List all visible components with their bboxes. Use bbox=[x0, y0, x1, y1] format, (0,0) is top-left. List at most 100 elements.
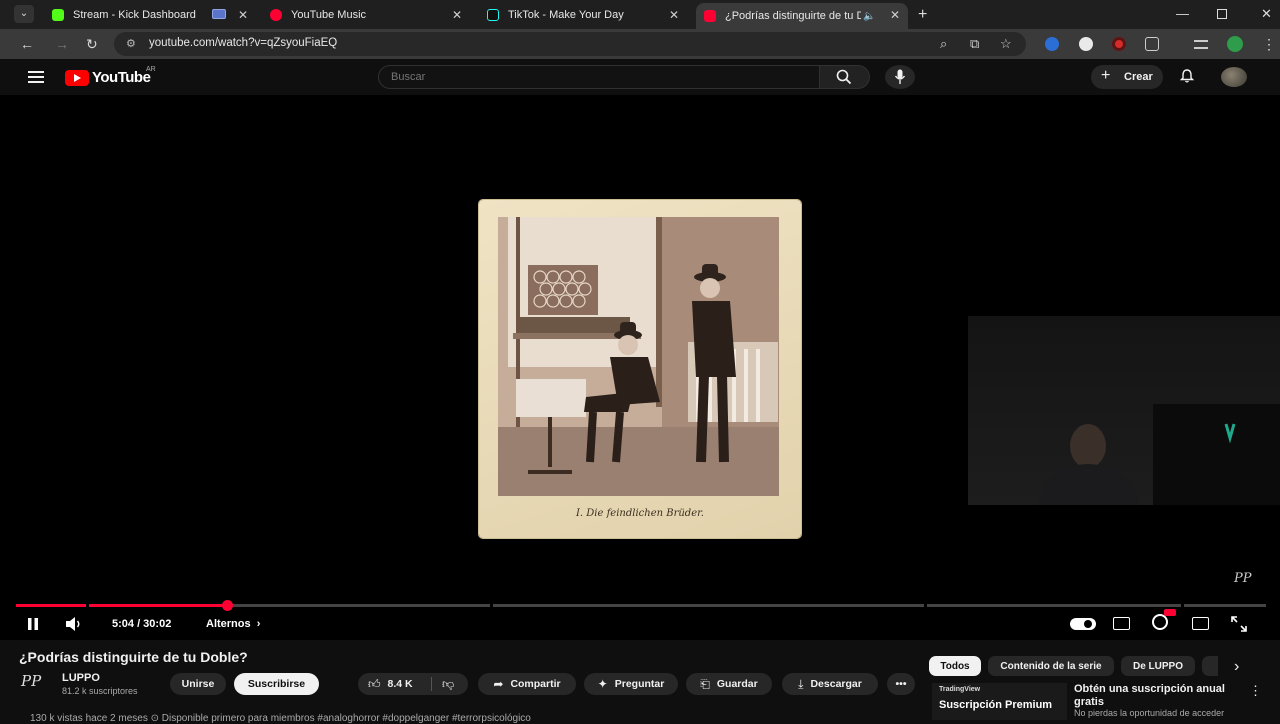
dislike-thumb-down-icon[interactable]: 👎︎ bbox=[442, 677, 454, 692]
back-arrow-icon[interactable]: ← bbox=[20, 36, 34, 52]
cast-indicator-icon bbox=[212, 9, 226, 19]
tab-title: ¿Podrías distinguirte de tu D bbox=[725, 10, 861, 22]
more-horizontal-icon: ••• bbox=[895, 678, 907, 690]
browser-menu-icon[interactable]: ⋮ bbox=[1262, 36, 1276, 53]
window-close-icon[interactable]: ✕ bbox=[1261, 6, 1272, 22]
ask-button[interactable]: ✦ Preguntar bbox=[584, 673, 678, 695]
chapter-title-button[interactable]: Alternos › bbox=[206, 618, 260, 630]
voice-search-button[interactable] bbox=[885, 65, 915, 89]
minimize-icon[interactable]: — bbox=[1176, 6, 1189, 21]
youtube-logo-text[interactable]: YouTube bbox=[92, 69, 151, 86]
ad-title[interactable]: Obtén una suscripción anual gratis bbox=[1074, 683, 1234, 709]
tab-title: TikTok - Make Your Day bbox=[508, 9, 624, 21]
search-input[interactable] bbox=[391, 69, 791, 85]
new-tab-plus-icon[interactable]: + bbox=[918, 6, 927, 24]
chip-from-channel[interactable]: De LUPPO bbox=[1121, 656, 1195, 676]
chip-series-content[interactable]: Contenido de la serie bbox=[988, 656, 1114, 676]
plus-icon: + bbox=[1101, 67, 1111, 84]
forward-arrow-icon[interactable]: → bbox=[55, 36, 69, 52]
audio-playing-icon[interactable]: 🔈 bbox=[863, 11, 875, 22]
subtitles-icon[interactable] bbox=[1113, 617, 1130, 630]
notifications-bell-icon[interactable] bbox=[1180, 69, 1194, 83]
youtube-logo-icon[interactable] bbox=[65, 70, 89, 86]
channel-watermark[interactable]: PP bbox=[1234, 571, 1252, 586]
theater-mode-icon[interactable] bbox=[1192, 617, 1209, 630]
account-avatar[interactable] bbox=[1221, 67, 1247, 87]
url-text: youtube.com/watch?v=qZsyouFiaEQ bbox=[149, 37, 338, 49]
youtube-favicon-icon bbox=[704, 10, 716, 22]
download-icon: ⤓ bbox=[798, 676, 804, 691]
more-actions-button[interactable]: ••• bbox=[887, 673, 915, 695]
subscribe-button[interactable]: Suscribirse bbox=[234, 673, 319, 695]
ad-thumbnail[interactable]: TradingView Suscripción Premium bbox=[932, 683, 1067, 720]
chip-label: Todos bbox=[940, 660, 970, 672]
search-box[interactable] bbox=[378, 65, 820, 89]
create-button[interactable]: + Crear bbox=[1091, 65, 1163, 89]
bookmark-star-icon[interactable]: ☆ bbox=[1000, 36, 1012, 52]
like-divider bbox=[431, 677, 432, 691]
share-button[interactable]: ➦ Compartir bbox=[478, 673, 576, 695]
browser-toolbar: ← → ↻ ⚙ youtube.com/watch?v=qZsyouFiaEQ … bbox=[0, 29, 1280, 59]
ad-menu-icon[interactable]: ⋮ bbox=[1249, 683, 1262, 699]
extension-icon[interactable] bbox=[1079, 37, 1093, 51]
extension-icon[interactable] bbox=[1045, 37, 1059, 51]
zoom-icon[interactable]: ⌕ bbox=[940, 36, 947, 52]
tab-kick-dashboard[interactable]: Stream - Kick Dashboard ✕ bbox=[44, 3, 256, 27]
ask-label: Preguntar bbox=[614, 678, 665, 690]
autoplay-toggle[interactable] bbox=[1070, 618, 1096, 630]
chip-next-partial[interactable] bbox=[1202, 656, 1218, 676]
settings-gear-icon[interactable] bbox=[1152, 609, 1176, 630]
chapter-marker bbox=[1181, 604, 1184, 607]
chapter-marker bbox=[490, 604, 493, 607]
tab-close-icon[interactable]: ✕ bbox=[890, 8, 900, 22]
chip-label: De LUPPO bbox=[1132, 660, 1183, 672]
volume-icon[interactable] bbox=[65, 616, 83, 632]
channel-name-link[interactable]: LUPPO bbox=[62, 672, 100, 684]
tab-youtube-music[interactable]: YouTube Music ✕ bbox=[262, 3, 470, 27]
reload-icon[interactable]: ↻ bbox=[86, 36, 98, 53]
record-extension-icon[interactable] bbox=[1112, 37, 1126, 51]
reading-list-icon[interactable] bbox=[1194, 40, 1208, 49]
video-player[interactable]: I. Die feindlichen Brüder. PP 5:04 / 30:… bbox=[0, 95, 1280, 640]
ad-subtitle: No pierdas la oportunidad de acceder bbox=[1074, 708, 1225, 718]
ad-brand: TradingView bbox=[939, 686, 981, 693]
search-button[interactable] bbox=[820, 65, 870, 89]
tiktok-favicon-icon bbox=[487, 9, 499, 21]
tab-close-icon[interactable]: ✕ bbox=[669, 8, 679, 22]
youtube-masthead: YouTube AR + Crear bbox=[0, 59, 1280, 95]
save-label: Guardar bbox=[716, 678, 758, 690]
description-preview[interactable]: 130 k vistas hace 2 meses ⊙ Disponible p… bbox=[30, 713, 531, 724]
maximize-icon[interactable] bbox=[1217, 9, 1227, 19]
fullscreen-icon[interactable] bbox=[1231, 616, 1247, 632]
streamer-webcam-overlay bbox=[968, 316, 1280, 505]
progress-bar[interactable] bbox=[16, 600, 1266, 611]
save-button[interactable]: ⎗ Guardar bbox=[686, 673, 772, 695]
guide-menu-icon[interactable] bbox=[28, 71, 44, 83]
join-button[interactable]: Unirse bbox=[170, 673, 226, 695]
chapter-marker bbox=[86, 604, 89, 607]
tab-current-video[interactable]: ¿Podrías distinguirte de tu D 🔈 ✕ bbox=[696, 3, 908, 29]
install-app-icon[interactable]: ⧉ bbox=[970, 36, 979, 52]
site-info-icon[interactable]: ⚙ bbox=[126, 37, 136, 50]
like-count[interactable]: 8.4 K bbox=[388, 678, 413, 690]
profile-avatar-icon[interactable] bbox=[1227, 36, 1243, 52]
download-button[interactable]: ⤓ Descargar bbox=[782, 673, 878, 695]
pause-icon[interactable] bbox=[26, 617, 40, 631]
ad-thumbnail-title: Suscripción Premium bbox=[939, 699, 1053, 711]
like-thumb-up-icon[interactable]: 👍︎ bbox=[368, 677, 381, 692]
country-code: AR bbox=[146, 66, 156, 73]
chips-scroll-right-icon[interactable]: › bbox=[1234, 658, 1239, 676]
tab-close-icon[interactable]: ✕ bbox=[238, 8, 248, 22]
tab-search-menu-button[interactable]: ⌄ bbox=[14, 5, 34, 23]
share-label: Compartir bbox=[510, 678, 561, 690]
scrubber-handle[interactable] bbox=[222, 600, 234, 611]
channel-avatar[interactable]: PP bbox=[21, 672, 51, 696]
progress-played bbox=[16, 604, 228, 607]
tab-tiktok[interactable]: TikTok - Make Your Day ✕ bbox=[479, 3, 687, 27]
tab-title: Stream - Kick Dashboard bbox=[73, 9, 196, 21]
chevron-right-icon: › bbox=[256, 618, 261, 630]
chip-all[interactable]: Todos bbox=[929, 656, 981, 676]
tab-close-icon[interactable]: ✕ bbox=[452, 8, 462, 22]
address-bar[interactable]: ⚙ youtube.com/watch?v=qZsyouFiaEQ ⌕ ⧉ ☆ bbox=[114, 32, 1026, 56]
extensions-puzzle-icon[interactable] bbox=[1145, 37, 1159, 51]
